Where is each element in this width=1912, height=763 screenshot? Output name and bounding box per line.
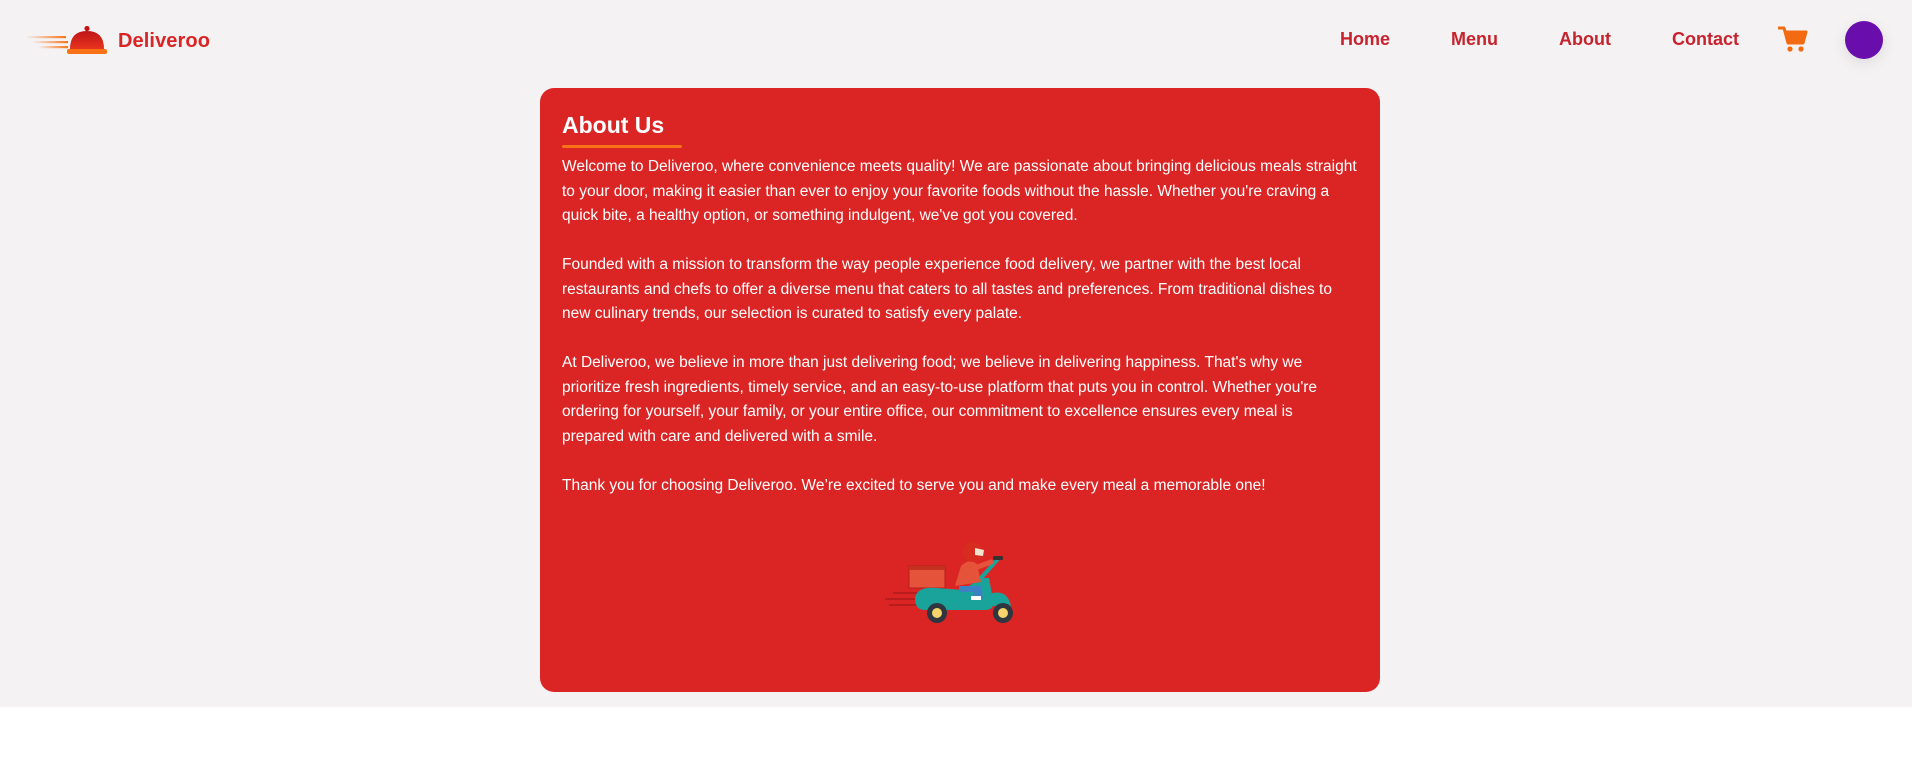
nav-contact-link[interactable]: Contact — [1672, 29, 1739, 50]
nav-about-link[interactable]: About — [1559, 29, 1611, 50]
user-avatar[interactable] — [1845, 21, 1883, 59]
about-paragraph-3: At Deliveroo, we believe in more than ju… — [562, 354, 1318, 445]
logo[interactable]: Deliveroo — [26, 24, 210, 58]
about-paragraph-4: Thank you for choosing Deliveroo. We’re … — [562, 476, 1266, 494]
shopping-cart-icon[interactable] — [1777, 25, 1808, 53]
about-paragraph-1: Welcome to Deliveroo, where convenience … — [562, 158, 1357, 224]
about-title: About Us — [562, 112, 665, 138]
about-card: About Us Welcome to Deliveroo, where con… — [540, 88, 1380, 692]
title-underline — [562, 145, 682, 148]
about-paragraph-2: Founded with a mission to transform the … — [562, 256, 1332, 322]
delivery-scooter-illustration — [885, 538, 1035, 633]
nav-menu-link[interactable]: Menu — [1451, 29, 1498, 50]
food-cloche-icon — [26, 24, 112, 58]
page: Deliveroo Home Menu About Contact About … — [0, 0, 1912, 707]
nav-home-link[interactable]: Home — [1340, 29, 1390, 50]
brand-name: Deliveroo — [118, 29, 211, 52]
